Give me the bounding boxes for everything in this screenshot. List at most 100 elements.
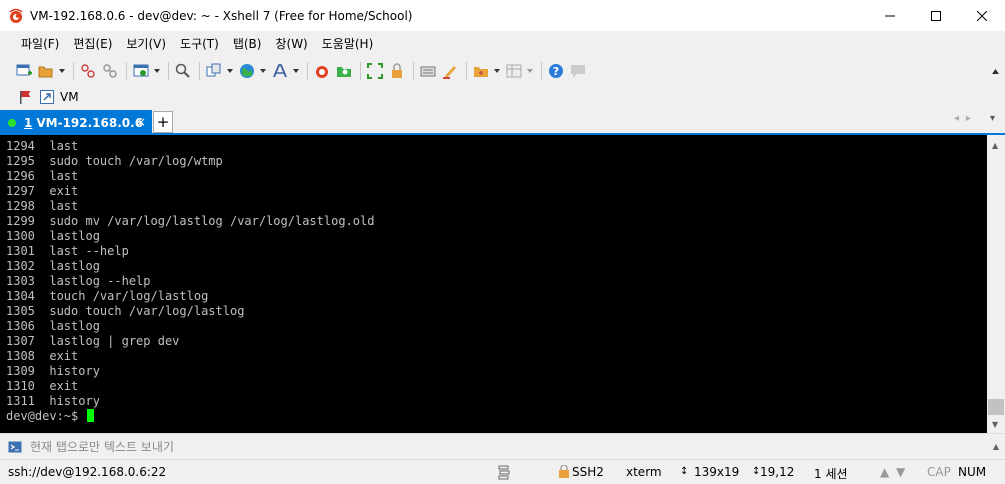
terminal-view[interactable]: 1294 last 1295 sudo touch /var/log/wtmp … [0, 135, 987, 433]
new-tab-button[interactable]: + [153, 111, 173, 133]
find-button[interactable] [173, 61, 193, 81]
connected-indicator-icon [8, 118, 16, 127]
toolbar-separator [126, 62, 127, 80]
layout-dropdown[interactable] [226, 61, 234, 81]
layout-icon [206, 63, 221, 77]
chat-button[interactable] [568, 61, 588, 81]
minimize-icon [885, 15, 895, 16]
tab-scroll-left-icon[interactable]: ◂ [954, 113, 959, 124]
resize-arrows-icon: ↕ [680, 466, 689, 477]
terminal-cursor [87, 409, 95, 422]
close-icon [977, 10, 987, 21]
menu-view[interactable]: 보기(V) [119, 31, 173, 57]
link-vm[interactable]: VM [40, 90, 79, 104]
encoding-dropdown[interactable] [259, 61, 267, 81]
terminal-prompt-icon [8, 441, 22, 452]
globe-icon [240, 64, 254, 78]
terminal-line: 1302 lastlog [6, 259, 100, 273]
dropdown-arrow-icon [494, 69, 500, 73]
dropdown-arrow-icon [59, 69, 65, 73]
terminal-line: 1301 last --help [6, 244, 129, 258]
scroll-down-icon[interactable]: ▼ [992, 420, 998, 429]
terminal-line: 1309 history [6, 364, 100, 378]
xshell-logo-icon [9, 8, 23, 23]
scroll-up-icon[interactable]: ▲ [992, 141, 998, 150]
tab-group-dropdown[interactable] [493, 61, 501, 81]
compose-bar[interactable]: 현재 탭으로만 텍스트 보내기 ▲ [0, 433, 1005, 459]
new-tab-group-button[interactable] [471, 61, 491, 81]
open-session-button[interactable] [36, 61, 56, 81]
toolbar-separator [73, 62, 74, 80]
terminal-scrollbar[interactable]: ▲ ▼ [987, 135, 1005, 433]
open-dropdown[interactable] [58, 61, 66, 81]
tile-dropdown[interactable] [526, 61, 534, 81]
chat-bubble-icon [571, 65, 585, 78]
font-dropdown[interactable] [292, 61, 300, 81]
fullscreen-button[interactable] [365, 61, 385, 81]
shortcut-link-icon [40, 90, 54, 104]
tab-scroll-right-icon[interactable]: ▸ [966, 113, 971, 124]
maximize-button[interactable] [913, 0, 959, 31]
status-terminal-type: xterm [626, 465, 662, 479]
menu-help[interactable]: 도움말(H) [315, 31, 381, 57]
toolbar-separator [541, 62, 542, 80]
terminal-line: 1299 sudo mv /var/log/lastlog /var/log/l… [6, 214, 375, 228]
menu-tools[interactable]: 도구(T) [173, 31, 226, 57]
xshell-logo-icon [316, 66, 328, 78]
menu-edit[interactable]: 편집(E) [66, 31, 119, 57]
encoding-button[interactable] [237, 61, 257, 81]
transfer-icon[interactable] [496, 464, 512, 480]
tab-close-button[interactable]: × [136, 115, 146, 129]
compose-input[interactable]: 현재 탭으로만 텍스트 보내기 [30, 438, 174, 455]
properties-dropdown[interactable] [153, 61, 161, 81]
properties-button[interactable] [131, 61, 151, 81]
close-window-button[interactable] [959, 0, 1005, 31]
menu-tab[interactable]: 탭(B) [226, 31, 269, 57]
dropdown-arrow-icon [527, 69, 533, 73]
toolbar-separator [466, 62, 467, 80]
tab-session-active[interactable]: 1 VM-192.168.0.6 × [0, 110, 152, 135]
xftp-button[interactable] [334, 61, 354, 81]
terminal-line: 1295 sudo touch /var/log/wtmp [6, 154, 223, 168]
session-up-icon[interactable]: ▲ [880, 465, 889, 479]
tab-list-dropdown-icon[interactable]: ▾ [990, 113, 995, 124]
flag-icon[interactable] [18, 90, 32, 104]
lock-button[interactable] [387, 61, 407, 81]
minimize-button[interactable] [867, 0, 913, 31]
folder-open-icon [38, 66, 53, 78]
dropdown-arrow-icon [260, 69, 266, 73]
links-bar: VM [0, 85, 1005, 109]
terminal-line: 1306 lastlog [6, 319, 100, 333]
status-size: 139x19 [694, 465, 740, 479]
status-num: NUM [958, 465, 987, 479]
terminal-prompt-line[interactable]: dev@dev:~$ [6, 409, 374, 424]
reconnect-button[interactable] [100, 61, 120, 81]
terminal-line: 1294 last [6, 139, 79, 153]
terminal-line: 1298 last [6, 199, 79, 213]
highlight-button[interactable] [440, 61, 460, 81]
font-button[interactable] [270, 61, 290, 81]
keyboard-icon [420, 66, 436, 77]
xshell-button[interactable] [312, 61, 332, 81]
disconnect-button[interactable] [78, 61, 98, 81]
new-session-button[interactable] [14, 61, 34, 81]
pen-icon [443, 66, 456, 79]
compose-expand-icon[interactable]: ▲ [993, 442, 999, 451]
layout-button[interactable] [204, 61, 224, 81]
tab-label: VM-192.168.0.6 [36, 115, 144, 130]
keyboard-button[interactable] [418, 61, 438, 81]
window-settings-icon [133, 64, 149, 77]
status-caps: CAP [927, 465, 951, 479]
menu-window[interactable]: 창(W) [268, 31, 314, 57]
scrollbar-thumb[interactable] [988, 399, 1004, 415]
terminal-output: 1294 last 1295 sudo touch /var/log/wtmp … [6, 139, 374, 424]
terminal-line: 1305 sudo touch /var/log/lastlog [6, 304, 245, 318]
help-button[interactable]: ? [546, 61, 566, 81]
session-down-icon[interactable]: ▼ [896, 465, 905, 479]
link-vm-label: VM [60, 90, 79, 104]
maximize-icon [931, 10, 941, 21]
toolbar-overflow-icon[interactable] [992, 69, 999, 74]
status-bar: ssh://dev@192.168.0.6:22 SSH2 xterm ↕ 13… [0, 459, 1005, 484]
menu-file[interactable]: 파일(F) [14, 31, 66, 57]
tile-button[interactable] [504, 61, 524, 81]
